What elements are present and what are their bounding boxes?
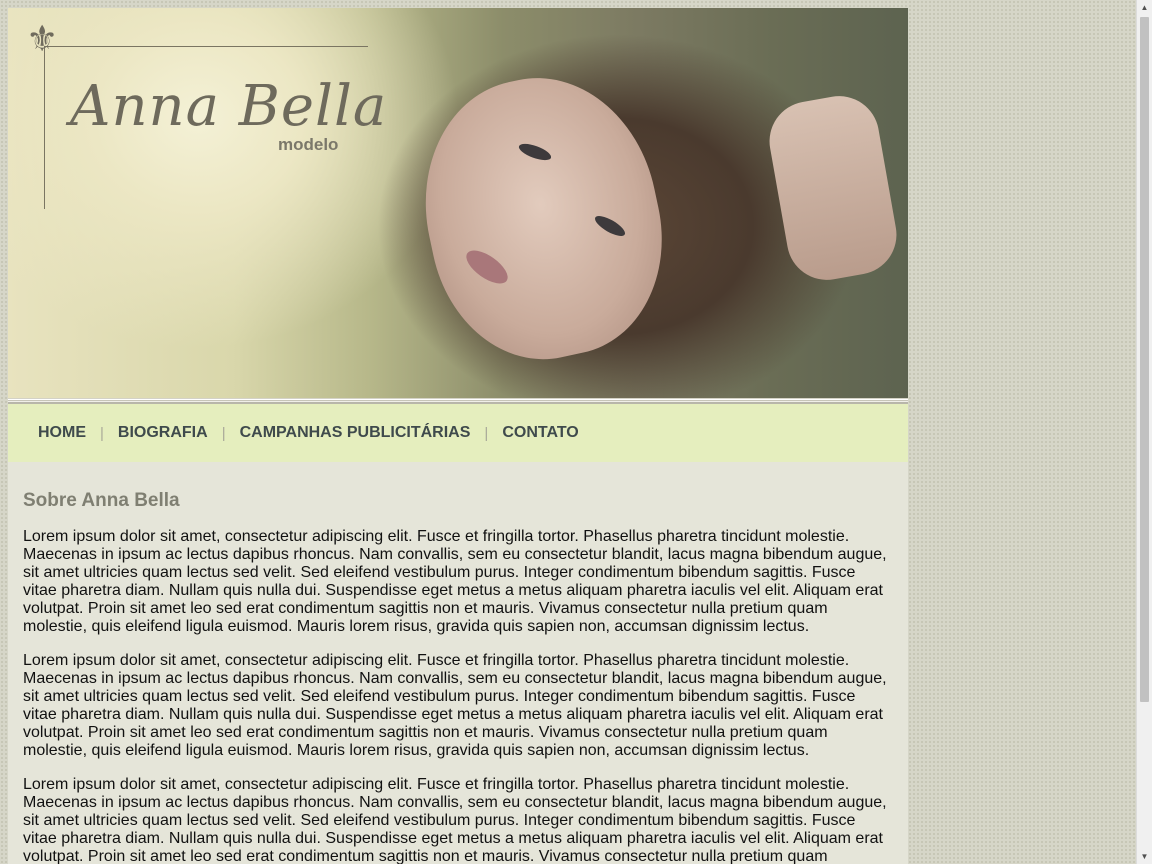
content-paragraph: Lorem ipsum dolor sit amet, consectetur … — [23, 528, 887, 635]
main-navigation: HOME | BIOGRAFIA | CAMPANHAS PUBLICITÁRI… — [8, 404, 908, 462]
page-container: ⚜ Anna Bella modelo HOME | BIOGRAFIA | C… — [8, 8, 908, 864]
content-paragraph: Lorem ipsum dolor sit amet, consectetur … — [23, 776, 887, 864]
nav-link-home[interactable]: HOME — [38, 424, 86, 442]
nav-link-contato[interactable]: CONTATO — [502, 424, 578, 442]
page-title: Sobre Anna Bella — [23, 490, 180, 511]
logo-frame-vertical-line — [44, 46, 45, 209]
vertical-scrollbar[interactable]: ▲ ▼ — [1136, 0, 1152, 864]
header-banner: ⚜ Anna Bella modelo — [8, 8, 908, 398]
nav-separator: | — [484, 424, 489, 442]
logo-subtitle: modelo — [278, 135, 339, 154]
logo-frame-horizontal-line — [44, 46, 368, 47]
nav-separator: | — [221, 424, 226, 442]
nav-link-campanhas[interactable]: CAMPANHAS PUBLICITÁRIAS — [240, 424, 471, 442]
scroll-down-arrow-icon[interactable]: ▼ — [1137, 849, 1152, 864]
main-content: Sobre Anna Bella Lorem ipsum dolor sit a… — [8, 462, 908, 864]
nav-link-biografia[interactable]: BIOGRAFIA — [118, 424, 208, 442]
scrollbar-thumb[interactable] — [1140, 17, 1149, 702]
nav-separator: | — [100, 424, 104, 442]
content-paragraph: Lorem ipsum dolor sit amet, consectetur … — [23, 652, 887, 759]
logo-title[interactable]: Anna Bella — [70, 74, 387, 139]
fleur-de-lis-icon: ⚜ — [26, 19, 59, 60]
scroll-up-arrow-icon[interactable]: ▲ — [1137, 0, 1152, 15]
